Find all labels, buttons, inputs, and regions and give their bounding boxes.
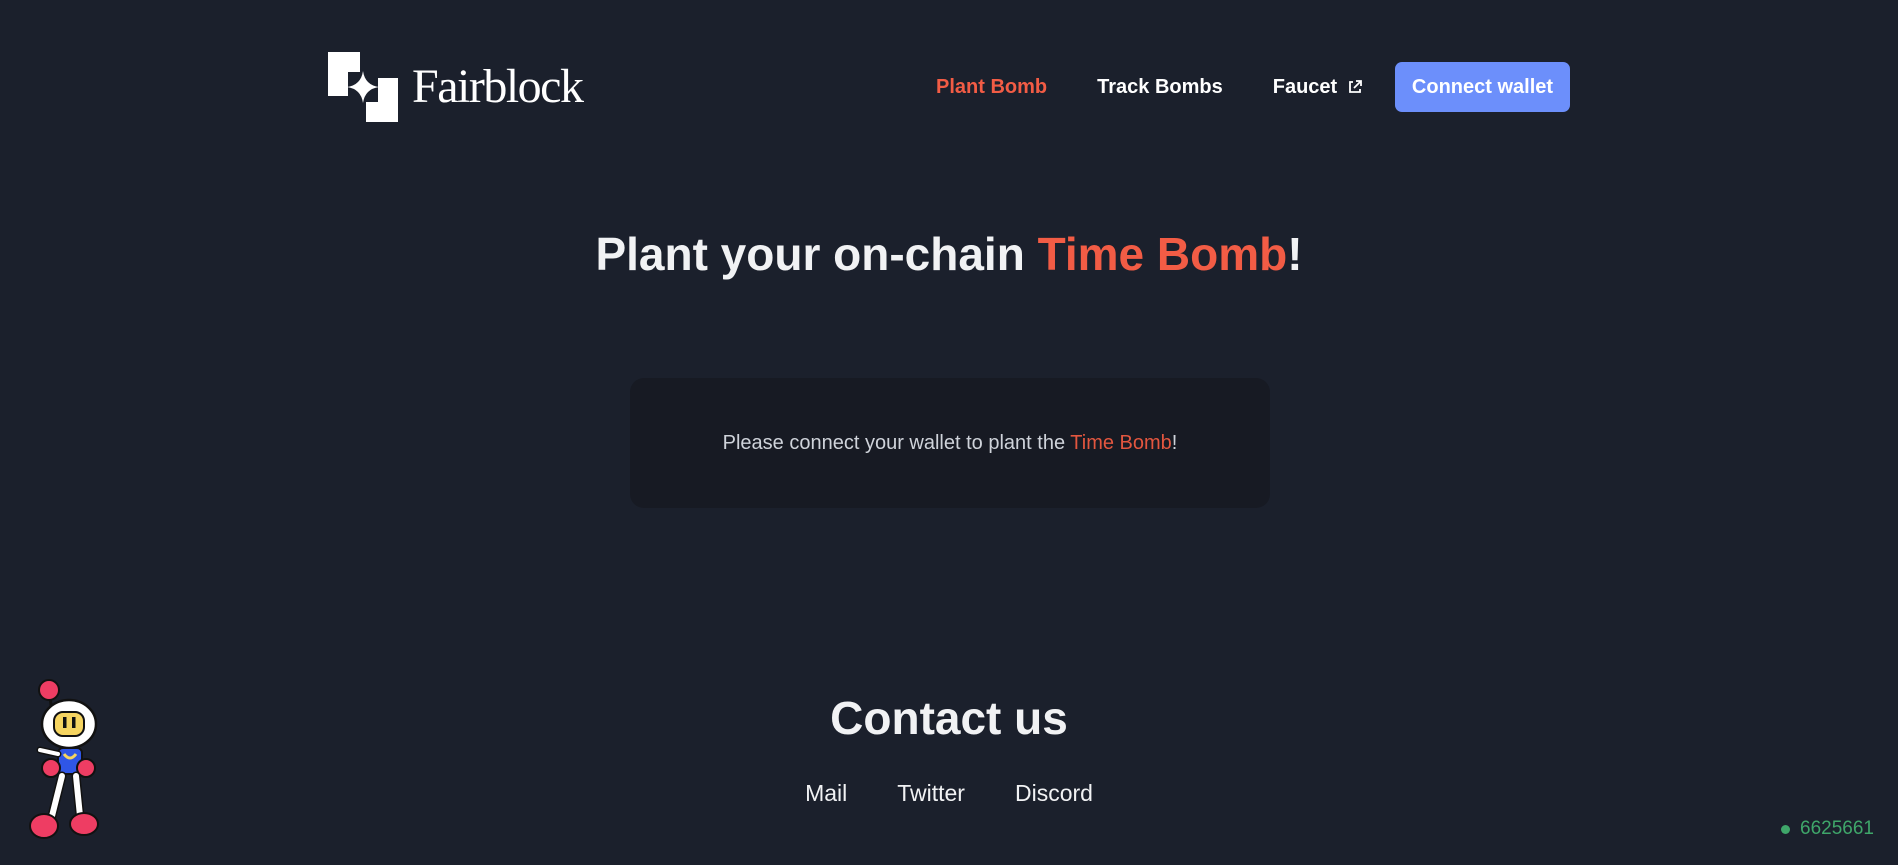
title-accent: Time Bomb bbox=[1037, 228, 1288, 280]
title-prefix: Plant your on-chain bbox=[595, 228, 1038, 280]
message-accent: Time Bomb bbox=[1070, 431, 1172, 454]
message-suffix: ! bbox=[1171, 431, 1178, 454]
nav-plant-bomb[interactable]: Plant Bomb bbox=[936, 62, 1047, 112]
connect-wallet-button[interactable]: Connect wallet bbox=[1395, 62, 1570, 112]
status-dot-icon bbox=[1781, 824, 1791, 834]
bomberman-mascot-icon bbox=[29, 679, 99, 839]
contact-links: Mail Twitter Discord bbox=[0, 780, 1898, 807]
nav-faucet-label: Faucet bbox=[1272, 75, 1338, 98]
message-prefix: Please connect your wallet to plant the bbox=[722, 431, 1071, 454]
page-title: Plant your on-chain Time Bomb! bbox=[0, 226, 1898, 282]
contact-twitter-link[interactable]: Twitter bbox=[897, 780, 965, 807]
title-suffix: ! bbox=[1287, 228, 1303, 280]
main-nav: Plant Bomb Track Bombs Faucet bbox=[936, 62, 1413, 112]
contact-title: Contact us bbox=[830, 692, 1068, 744]
fairblock-logo[interactable]: Fairblock bbox=[328, 52, 584, 122]
connect-message: Please connect your wallet to plant the … bbox=[723, 432, 1178, 455]
nav-track-bombs[interactable]: Track Bombs bbox=[1097, 62, 1223, 112]
nav-faucet[interactable]: Faucet bbox=[1273, 62, 1363, 112]
fairblock-logo-icon bbox=[328, 52, 398, 122]
contact-mail-link[interactable]: Mail bbox=[805, 780, 847, 807]
block-status: 6625661 bbox=[1781, 818, 1874, 840]
logo-text: Fairblock bbox=[412, 60, 584, 113]
external-link-icon bbox=[1349, 80, 1363, 93]
connect-wallet-card: Please connect your wallet to plant the … bbox=[630, 378, 1270, 508]
block-number: 6625661 bbox=[1800, 818, 1874, 839]
contact-discord-link[interactable]: Discord bbox=[1015, 780, 1093, 807]
